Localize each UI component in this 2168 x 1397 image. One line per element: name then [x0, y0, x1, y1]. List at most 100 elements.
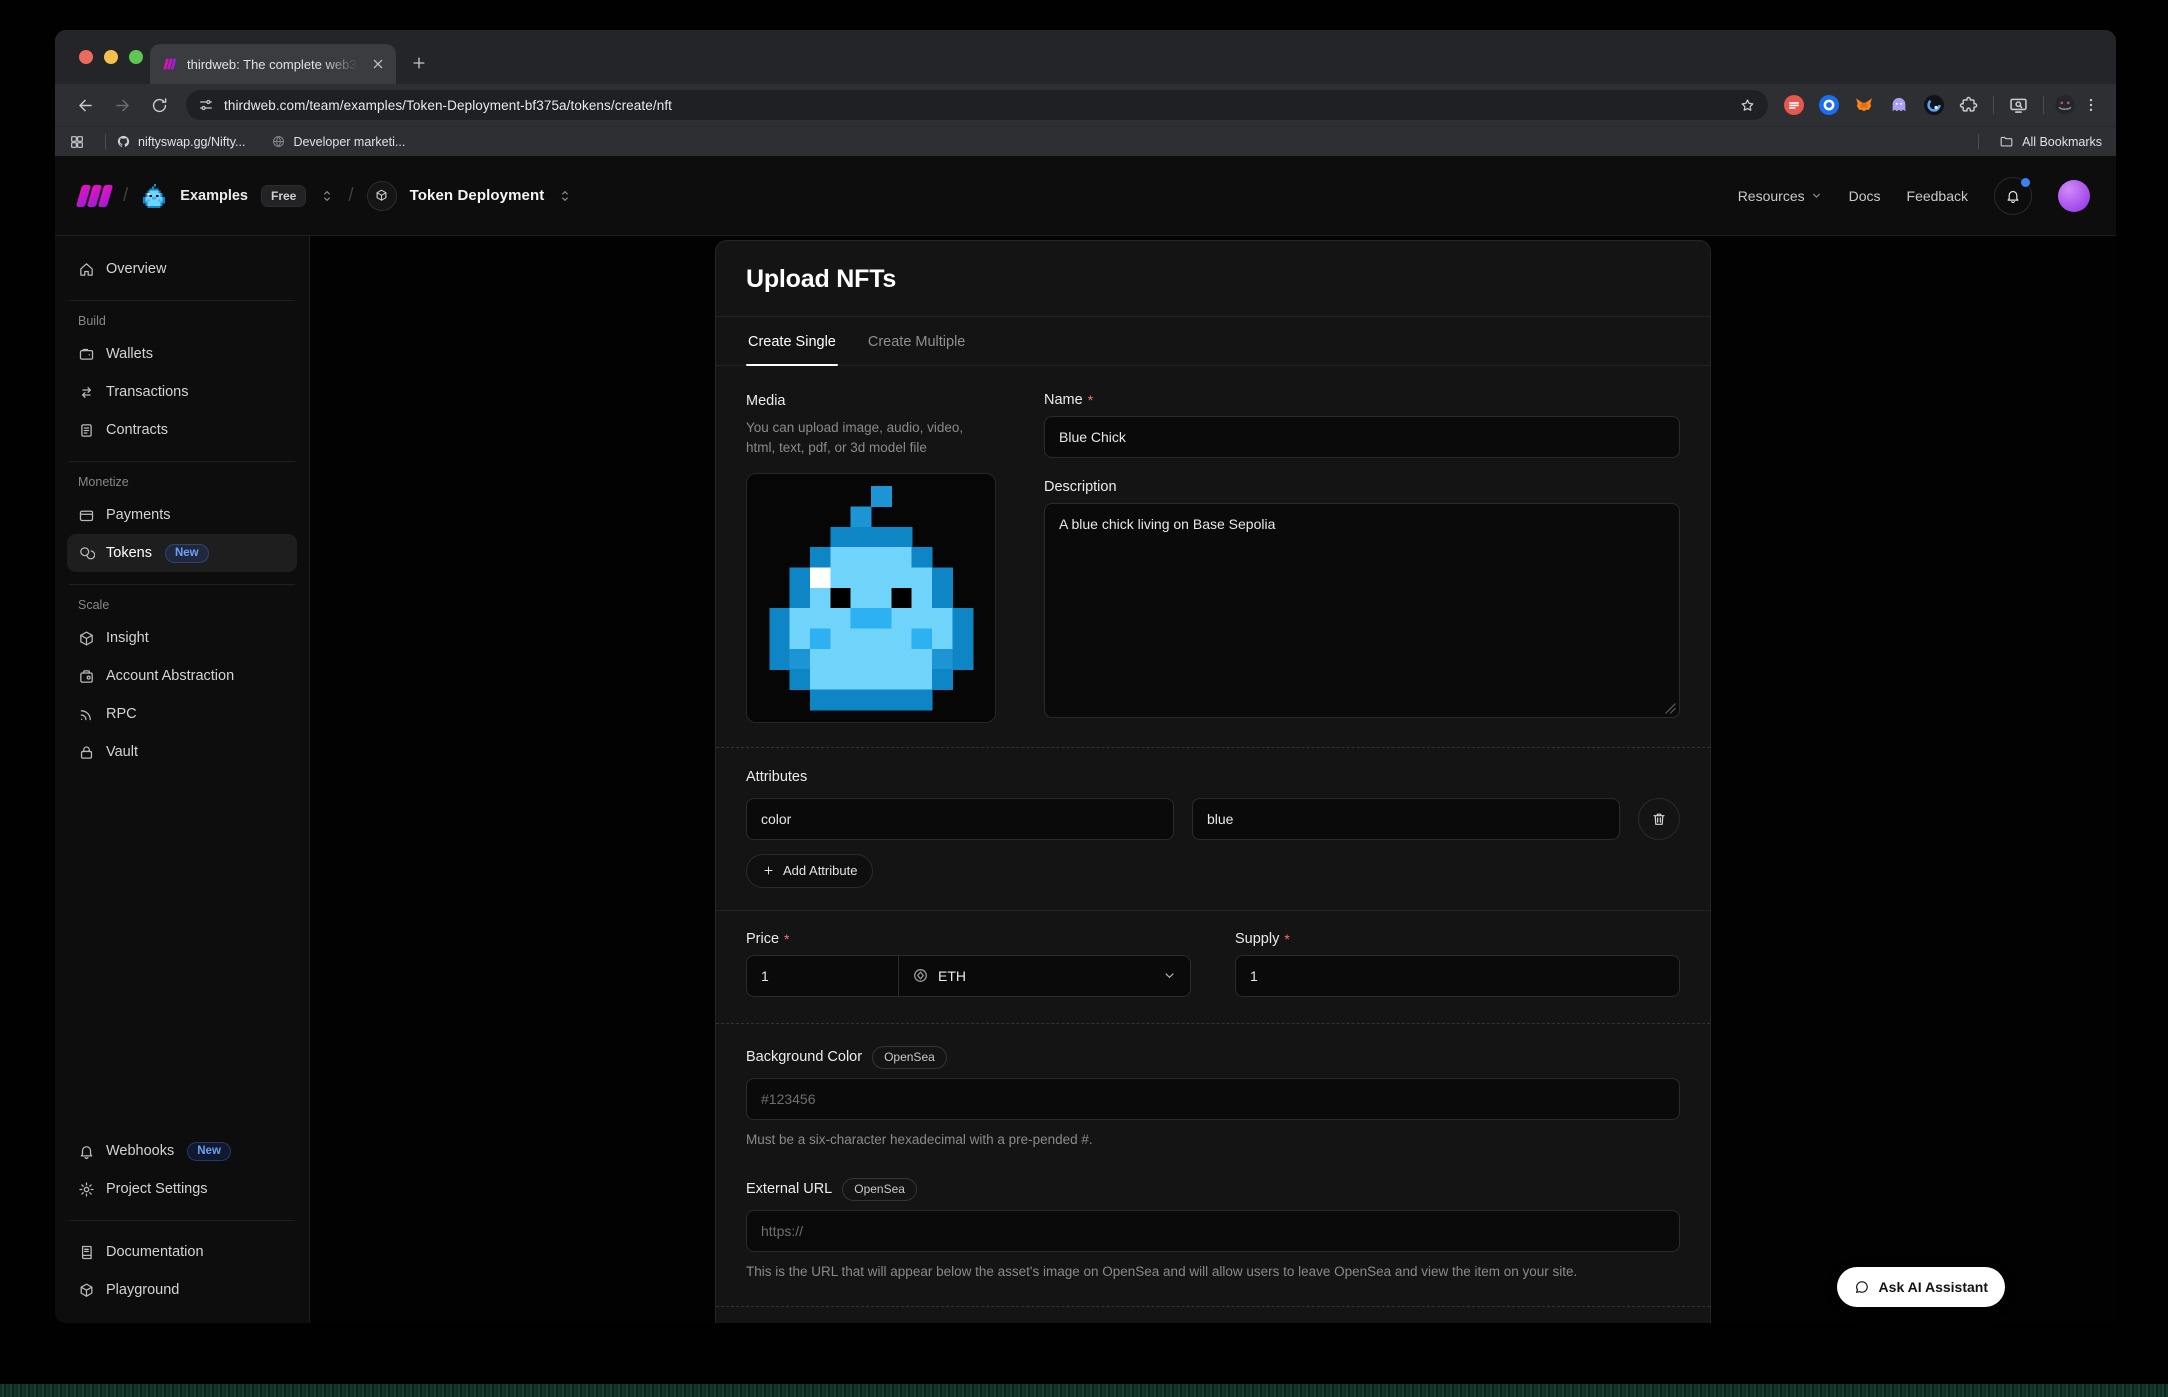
bookmarks-divider: [1978, 134, 1979, 149]
price-label: Price: [746, 931, 779, 947]
blue-extension-icon[interactable]: [1819, 95, 1839, 115]
background-color-label: Background Color: [746, 1049, 862, 1065]
nav-resources[interactable]: Resources: [1738, 188, 1823, 204]
sidebar-item-account-abstraction[interactable]: Account Abstraction: [67, 657, 297, 695]
extensions-row: [1784, 95, 1979, 115]
red-extension-icon[interactable]: [1784, 95, 1804, 115]
sidebar-top-group: Overview Build Wallets Transactions Cont…: [67, 250, 297, 771]
eth-icon: [912, 967, 929, 984]
macos-window-controls: [79, 50, 143, 64]
page-title: Upload NFTs: [746, 265, 1680, 294]
sidebar-item-label: Playground: [106, 1282, 179, 1298]
search-tabs-icon[interactable]: [2008, 95, 2029, 116]
attributes-label: Attributes: [746, 769, 807, 785]
required-asterisk: *: [1088, 392, 1093, 408]
close-window-button[interactable]: [79, 50, 93, 64]
metamask-icon[interactable]: [1854, 95, 1874, 115]
bookmark-item[interactable]: Developer marketi...: [271, 134, 405, 149]
sidebar-item-payments[interactable]: Payments: [67, 496, 297, 534]
sidebar-item-documentation[interactable]: Documentation: [67, 1233, 297, 1271]
home-icon: [78, 261, 95, 278]
team-switcher-icon[interactable]: [319, 188, 335, 204]
sidebar-item-vault[interactable]: Vault: [67, 733, 297, 771]
delete-attribute-button[interactable]: [1638, 798, 1680, 840]
bookmark-label: Developer marketi...: [293, 135, 405, 149]
browser-menu-icon[interactable]: [2082, 96, 2100, 114]
resize-handle-icon[interactable]: [1665, 703, 1676, 714]
contract-icon: [78, 422, 95, 439]
extensions-puzzle-icon[interactable]: [1959, 95, 1979, 115]
thirdweb-logo[interactable]: [79, 183, 110, 209]
site-settings-icon[interactable]: [198, 97, 214, 113]
browser-tab[interactable]: thirdweb: The complete web3: [150, 44, 396, 84]
header-nav: Resources Docs Feedback: [1738, 177, 2090, 215]
back-icon[interactable]: [76, 96, 95, 115]
sidebar-section-label: Scale: [78, 598, 286, 612]
thirdweb-page: / Examples Free / Token Deployment Resou…: [55, 156, 2116, 1323]
phantom-icon[interactable]: [1889, 95, 1909, 115]
team-name[interactable]: Examples: [180, 188, 248, 204]
forward-icon[interactable]: [113, 96, 132, 115]
app-header: / Examples Free / Token Deployment Resou…: [55, 156, 2116, 236]
thirdweb-favicon: [162, 56, 178, 72]
account-abstraction-icon: [78, 668, 95, 685]
attribute-trait-input[interactable]: color: [746, 798, 1174, 840]
sidebar-item-overview[interactable]: Overview: [67, 250, 297, 288]
browser-toolbar: thirdweb.com/team/examples/Token-Deploym…: [55, 84, 2116, 126]
project-icon: [367, 181, 397, 211]
required-asterisk: *: [1284, 931, 1289, 947]
add-attribute-button[interactable]: Add Attribute: [746, 854, 873, 888]
new-tab-button[interactable]: [407, 51, 431, 75]
sidebar-item-playground[interactable]: Playground: [67, 1271, 297, 1309]
minimize-window-button[interactable]: [104, 50, 118, 64]
sidebar-item-label: Transactions: [106, 384, 188, 400]
reload-icon[interactable]: [150, 96, 169, 115]
webhooks-icon: [78, 1143, 95, 1160]
sidebar-item-rpc[interactable]: RPC: [67, 695, 297, 733]
sidebar-item-contracts[interactable]: Contracts: [67, 411, 297, 449]
price-input[interactable]: 1: [747, 956, 899, 996]
sidebar-item-insight[interactable]: Insight: [67, 619, 297, 657]
address-bar[interactable]: thirdweb.com/team/examples/Token-Deploym…: [186, 90, 1768, 120]
all-bookmarks-label: All Bookmarks: [2022, 135, 2102, 149]
notification-dot: [2021, 178, 2030, 187]
bookmark-item[interactable]: niftyswap.gg/Nifty...: [116, 134, 245, 149]
currency-select[interactable]: ETH: [899, 956, 1190, 996]
user-avatar[interactable]: [2058, 180, 2090, 212]
bookmark-star-icon[interactable]: [1739, 97, 1756, 114]
media-upload-preview[interactable]: [746, 473, 996, 723]
sidebar-item-transactions[interactable]: Transactions: [67, 373, 297, 411]
nav-feedback[interactable]: Feedback: [1907, 188, 1968, 204]
apps-grid-icon[interactable]: [69, 134, 85, 150]
sidebar-divider: [69, 461, 295, 462]
attribute-row: color blue: [746, 798, 1680, 840]
sidebar-item-project-settings[interactable]: Project Settings: [67, 1170, 297, 1208]
new-badge: New: [187, 1142, 231, 1161]
description-label: Description: [1044, 479, 1117, 495]
sidebar-item-wallets[interactable]: Wallets: [67, 335, 297, 373]
tab-create-single[interactable]: Create Single: [746, 317, 838, 365]
sidebar-item-webhooks[interactable]: Webhooks New: [67, 1132, 297, 1170]
ask-ai-assistant-button[interactable]: Ask AI Assistant: [1837, 1267, 2005, 1307]
zoom-window-button[interactable]: [129, 50, 143, 64]
project-name[interactable]: Token Deployment: [410, 187, 545, 204]
browser-profile-avatar[interactable]: [2052, 92, 2078, 118]
sidebar-item-label: Payments: [106, 507, 170, 523]
main-content: Upload NFTs Create Single Create Multipl…: [310, 236, 2116, 1323]
external-url-input[interactable]: https://: [746, 1210, 1680, 1252]
description-textarea[interactable]: A blue chick living on Base Sepolia: [1044, 503, 1680, 718]
project-switcher-icon[interactable]: [557, 188, 573, 204]
nav-docs[interactable]: Docs: [1849, 188, 1881, 204]
tab-close-icon[interactable]: [370, 56, 386, 72]
supply-input[interactable]: 1: [1235, 955, 1680, 997]
sidebar-item-tokens[interactable]: Tokens New: [67, 534, 297, 572]
attribute-value-input[interactable]: blue: [1192, 798, 1620, 840]
url-text[interactable]: thirdweb.com/team/examples/Token-Deploym…: [224, 98, 1729, 113]
dark-extension-icon[interactable]: [1924, 95, 1944, 115]
name-input[interactable]: Blue Chick: [1044, 416, 1680, 458]
tab-create-multiple[interactable]: Create Multiple: [866, 317, 968, 365]
background-color-input[interactable]: #123456: [746, 1078, 1680, 1120]
all-bookmarks[interactable]: All Bookmarks: [1968, 134, 2102, 149]
notifications-button[interactable]: [1994, 177, 2032, 215]
app-body: Overview Build Wallets Transactions Cont…: [55, 236, 2116, 1323]
